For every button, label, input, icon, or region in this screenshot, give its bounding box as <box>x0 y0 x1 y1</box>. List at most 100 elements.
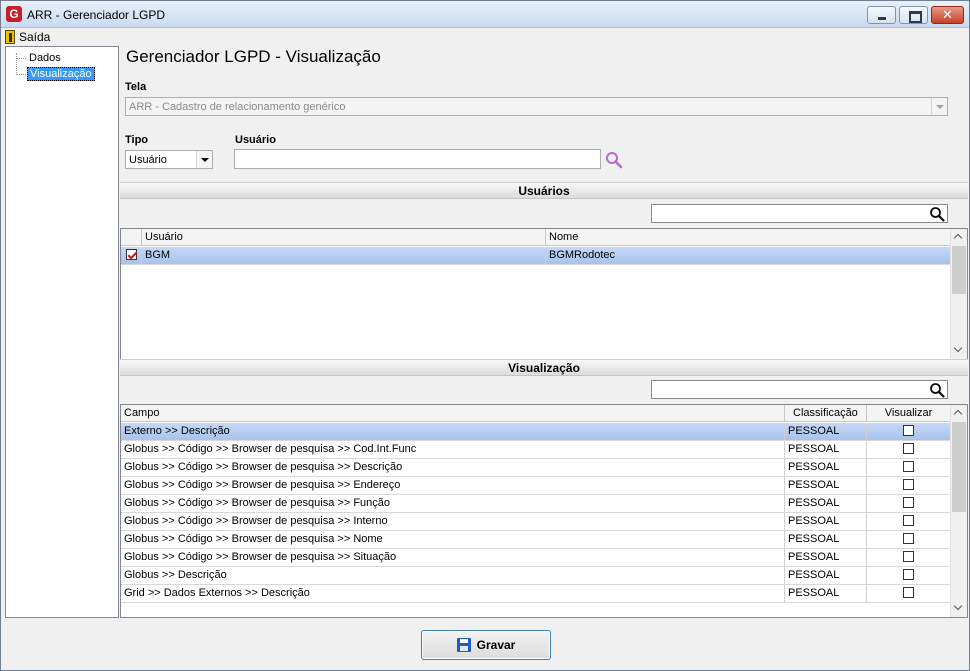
chevron-down-icon[interactable] <box>931 98 947 115</box>
maximize-icon <box>900 7 927 23</box>
tree-item-visualizacao[interactable]: Visualização <box>27 67 95 81</box>
visualizar-checkbox[interactable] <box>903 478 914 490</box>
visualizacao-grid[interactable]: Campo Classificação Visualizar Externo >… <box>120 404 968 618</box>
cell-visualizar[interactable] <box>867 459 951 476</box>
tipo-label: Tipo <box>125 134 149 146</box>
tipo-select[interactable]: Usuário <box>125 150 213 169</box>
cell-usuario: BGM <box>142 247 546 264</box>
cell-campo: Grid >> Dados Externos >> Descrição <box>121 585 785 602</box>
cell-campo: Globus >> Descrição <box>121 567 785 584</box>
table-row[interactable]: Globus >> Código >> Browser de pesquisa … <box>121 495 951 513</box>
cell-campo: Globus >> Código >> Browser de pesquisa … <box>121 441 785 458</box>
magnifier-icon[interactable] <box>929 206 945 222</box>
cell-visualizar[interactable] <box>867 513 951 530</box>
save-button[interactable]: Gravar <box>421 630 551 660</box>
checkbox-column-header <box>121 229 142 246</box>
cell-campo: Globus >> Código >> Browser de pesquisa … <box>121 477 785 494</box>
page-title: Gerenciador LGPD - Visualização <box>126 47 381 66</box>
cell-visualizar[interactable] <box>867 423 951 440</box>
row-checkbox[interactable] <box>125 248 137 260</box>
cell-classificacao: PESSOAL <box>785 477 867 494</box>
menu-bar: Saída <box>1 28 969 46</box>
usuarios-grid-header: Usuário Nome <box>121 229 951 246</box>
table-row[interactable]: Globus >> Descrição PESSOAL <box>121 567 951 585</box>
row-checkbox-cell[interactable] <box>121 247 142 264</box>
visualizacao-section-header: Visualização <box>120 359 968 376</box>
maximize-button[interactable] <box>899 6 928 24</box>
cell-visualizar[interactable] <box>867 495 951 512</box>
column-header-campo[interactable]: Campo <box>121 405 785 422</box>
menu-exit-label: Saída <box>19 30 51 44</box>
minimize-icon <box>868 7 895 23</box>
window-title: ARR - Gerenciador LGPD <box>27 8 166 22</box>
visualizacao-filter-input[interactable] <box>651 380 948 399</box>
cell-classificacao: PESSOAL <box>785 423 867 440</box>
tipo-select-value: Usuário <box>129 154 167 166</box>
cell-visualizar[interactable] <box>867 477 951 494</box>
close-button[interactable]: ✕ <box>931 6 964 24</box>
cell-classificacao: PESSOAL <box>785 549 867 566</box>
visualizar-checkbox[interactable] <box>903 442 914 454</box>
scroll-thumb[interactable] <box>952 246 966 294</box>
visualizar-checkbox[interactable] <box>903 514 914 526</box>
table-row[interactable]: Globus >> Código >> Browser de pesquisa … <box>121 459 951 477</box>
scroll-thumb[interactable] <box>952 422 966 512</box>
scroll-up-icon[interactable] <box>951 405 967 422</box>
usuarios-filter-input[interactable] <box>651 204 948 223</box>
table-row[interactable]: Globus >> Código >> Browser de pesquisa … <box>121 513 951 531</box>
exit-door-icon <box>5 30 15 44</box>
cell-visualizar[interactable] <box>867 585 951 602</box>
magnifier-icon[interactable] <box>929 382 945 398</box>
tela-select-value: ARR - Cadastro de relacionamento genéric… <box>129 101 346 113</box>
magnifier-purple-icon[interactable] <box>605 151 623 169</box>
save-button-label: Gravar <box>476 638 516 652</box>
visualizacao-scrollbar[interactable] <box>950 405 967 617</box>
column-header-visualizar[interactable]: Visualizar <box>867 405 951 422</box>
cell-classificacao: PESSOAL <box>785 531 867 548</box>
table-row[interactable]: Globus >> Código >> Browser de pesquisa … <box>121 549 951 567</box>
cell-classificacao: PESSOAL <box>785 459 867 476</box>
column-header-classificacao[interactable]: Classificação <box>785 405 867 422</box>
main-window: G ARR - Gerenciador LGPD ✕ Saída Dados V… <box>0 0 970 671</box>
minimize-button[interactable] <box>867 6 896 24</box>
cell-classificacao: PESSOAL <box>785 513 867 530</box>
tela-label: Tela <box>125 81 147 93</box>
visualizar-checkbox[interactable] <box>903 550 914 562</box>
visualizar-checkbox[interactable] <box>903 424 914 436</box>
tree-item-dados[interactable]: Dados <box>27 51 63 65</box>
cell-campo: Externo >> Descrição <box>121 423 785 440</box>
usuarios-grid[interactable]: Usuário Nome BGM BGMRodotec <box>120 228 968 360</box>
scroll-down-icon[interactable] <box>951 342 967 359</box>
chevron-down-icon[interactable] <box>196 151 212 168</box>
visualizar-checkbox[interactable] <box>903 532 914 544</box>
column-header-usuario[interactable]: Usuário <box>142 229 546 246</box>
tela-select[interactable]: ARR - Cadastro de relacionamento genéric… <box>125 97 948 116</box>
visualizar-checkbox[interactable] <box>903 586 914 598</box>
visualizar-checkbox[interactable] <box>903 568 914 580</box>
cell-visualizar[interactable] <box>867 441 951 458</box>
table-row[interactable]: Globus >> Código >> Browser de pesquisa … <box>121 531 951 549</box>
cell-visualizar[interactable] <box>867 531 951 548</box>
navigation-tree[interactable]: Dados Visualização <box>5 46 119 618</box>
usuario-input[interactable] <box>234 149 601 169</box>
usuarios-scrollbar[interactable] <box>950 229 967 359</box>
scroll-down-icon[interactable] <box>951 600 967 617</box>
column-header-nome[interactable]: Nome <box>546 229 951 246</box>
menu-exit[interactable]: Saída <box>5 29 50 45</box>
app-icon: G <box>6 6 22 22</box>
cell-visualizar[interactable] <box>867 549 951 566</box>
cell-classificacao: PESSOAL <box>785 441 867 458</box>
cell-campo: Globus >> Código >> Browser de pesquisa … <box>121 459 785 476</box>
table-row[interactable]: Externo >> Descrição PESSOAL <box>121 423 951 441</box>
visualizar-checkbox[interactable] <box>903 496 914 508</box>
tree-connector <box>16 74 26 75</box>
table-row[interactable]: Grid >> Dados Externos >> Descrição PESSO… <box>121 585 951 603</box>
cell-visualizar[interactable] <box>867 567 951 584</box>
table-row[interactable]: Globus >> Código >> Browser de pesquisa … <box>121 441 951 459</box>
scroll-up-icon[interactable] <box>951 229 967 246</box>
table-row[interactable]: BGM BGMRodotec <box>121 247 951 265</box>
table-row[interactable]: Globus >> Código >> Browser de pesquisa … <box>121 477 951 495</box>
visualizar-checkbox[interactable] <box>903 460 914 472</box>
title-bar[interactable]: G ARR - Gerenciador LGPD ✕ <box>1 1 969 28</box>
cell-nome: BGMRodotec <box>546 247 951 264</box>
